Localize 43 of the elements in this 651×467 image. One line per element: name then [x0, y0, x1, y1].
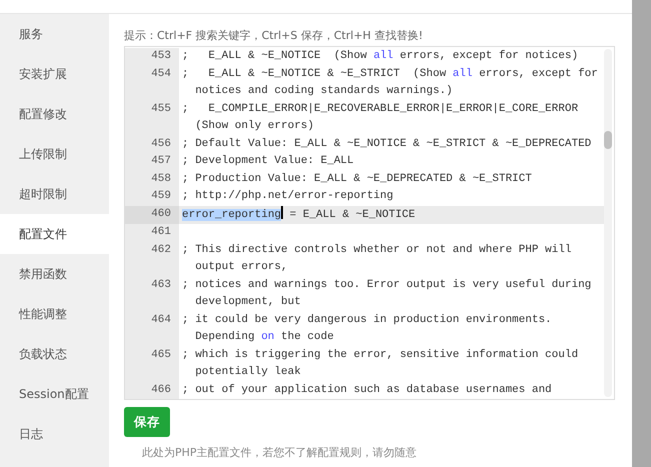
- sidebar-item[interactable]: Session配置: [0, 374, 109, 414]
- line-number: 466: [151, 384, 171, 396]
- line-number: 454: [151, 68, 171, 80]
- code-line: ; Development Value: E_ALL: [182, 155, 354, 167]
- notice-text: 此处为PHP主配置文件，若您不了解配置规则，请勿随意: [141, 446, 418, 460]
- scrollbar[interactable]: [604, 49, 612, 397]
- line-number: 463: [151, 278, 171, 290]
- code-line: ; http://php.net/error-reporting: [182, 190, 394, 202]
- sidebar-item[interactable]: 配置文件: [0, 214, 109, 254]
- sidebar-item[interactable]: 上传限制: [0, 134, 109, 174]
- line-number: 458: [151, 172, 171, 184]
- sidebar-item[interactable]: 配置修改: [0, 94, 109, 134]
- line-number: 465: [151, 348, 171, 360]
- sidebar-item[interactable]: 服务: [0, 14, 109, 54]
- code-line: ; E_ALL & ~E_NOTICE & ~E_STRICT (Show all errors, except for notices and coding standards warnings.): [182, 68, 599, 97]
- line-number: 453: [151, 50, 171, 62]
- line-number: 456: [151, 138, 171, 150]
- code-line: ; which is triggering the error, sensitive information could potentially leak: [182, 348, 580, 378]
- code-line: ; it could be very dangerous in production environments. Depending on the code: [182, 314, 553, 343]
- code-line: ; Production Value: E_ALL & ~E_DEPRECATED & ~E_STRICT: [182, 172, 532, 184]
- sidebar-item[interactable]: 安装扩展: [0, 54, 109, 94]
- sidebar-item[interactable]: 负载状态: [0, 334, 109, 374]
- sidebar-item[interactable]: 日志: [0, 414, 109, 454]
- line-number: 461: [151, 226, 171, 238]
- code-line: ; E_COMPILE_ERROR|E_RECOVERABLE_ERROR|E_ERROR|E_CORE_ERROR (Show only errors): [182, 102, 580, 132]
- code-editor[interactable]: [124, 46, 615, 400]
- sidebar-item[interactable]: 性能调整: [0, 294, 109, 334]
- code-line: ; notices and warnings too. Error output is very useful during development, but: [182, 278, 592, 308]
- code-line: ; E_ALL & ~E_NOTICE (Show all errors, except for notices): [182, 50, 578, 62]
- code-line: ; This directive controls whether or not and where PHP will output errors,: [182, 244, 572, 273]
- code-line: error_reporting = E_ALL & ~E_NOTICE: [182, 208, 416, 220]
- code-line: ; Default Value: E_ALL & ~E_NOTICE & ~E_STRICT & ~E_DEPRECATED: [182, 138, 592, 150]
- line-number: 457: [151, 155, 171, 167]
- sidebar-item[interactable]: 禁用函数: [0, 254, 109, 294]
- line-number: 459: [151, 190, 171, 202]
- sidebar-item[interactable]: 超时限制: [0, 174, 109, 214]
- hint-text: 提示：Ctrl+F 搜索关键字，Ctrl+S 保存，Ctrl+H 查找替换!: [124, 28, 424, 44]
- line-number: 462: [151, 244, 171, 256]
- line-number: 460: [151, 208, 171, 220]
- line-number: 455: [151, 102, 171, 114]
- code-line: ; out of your application such as database usernames and: [182, 384, 552, 396]
- text-cursor: [281, 206, 284, 218]
- line-number: 464: [151, 314, 171, 326]
